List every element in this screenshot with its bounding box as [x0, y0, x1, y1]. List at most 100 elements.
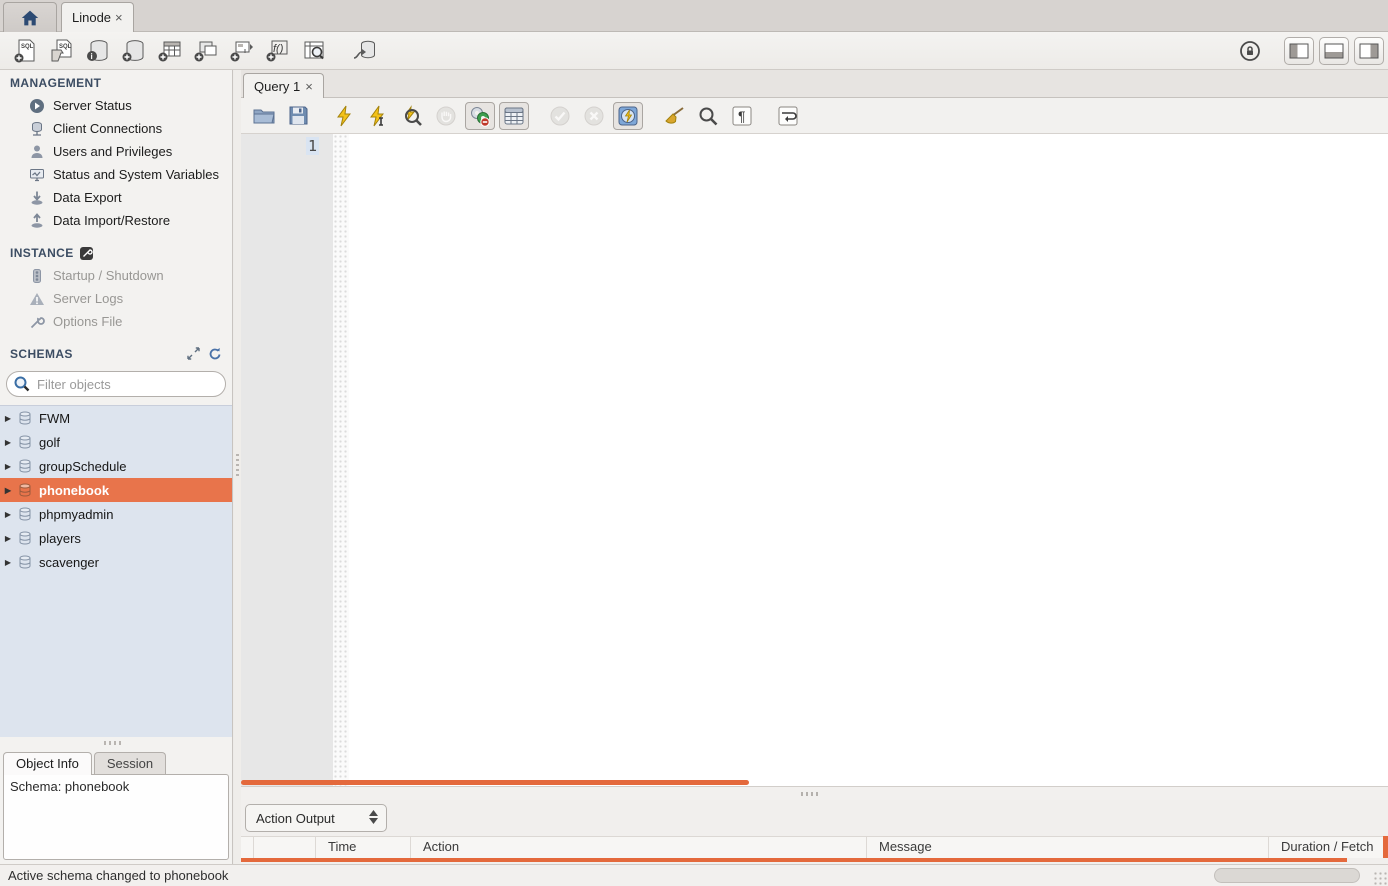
toolbar-right-group: [1235, 32, 1384, 70]
search-icon: [13, 375, 31, 393]
sidebar-item-users-privileges[interactable]: Users and Privileges: [0, 140, 232, 163]
execute-button[interactable]: [329, 102, 359, 130]
sidebar-item-data-export[interactable]: Data Export: [0, 186, 232, 209]
new-view-button[interactable]: [188, 35, 224, 67]
commit-button[interactable]: [545, 102, 575, 130]
sidebar-vertical-splitter[interactable]: [234, 70, 241, 864]
expander-icon[interactable]: ▶: [0, 510, 16, 519]
column-header-duration-fetch[interactable]: Duration / Fetch: [1269, 837, 1388, 858]
output-grid-header: Time Action Message Duration / Fetch: [241, 836, 1388, 858]
reconnect-dbms-button[interactable]: [346, 35, 382, 67]
bottom-scrollbar-thumb[interactable]: [1214, 868, 1360, 883]
output-vertical-scrollbar[interactable]: [1383, 836, 1388, 858]
expander-icon[interactable]: ▶: [0, 486, 16, 495]
instance-section-title: INSTANCE: [10, 246, 232, 260]
column-header-message[interactable]: Message: [867, 837, 1269, 858]
home-icon: [20, 9, 40, 27]
status-bar: Active schema changed to phonebook: [0, 864, 1388, 886]
refresh-schemas-icon[interactable]: [208, 347, 222, 360]
sidebar: MANAGEMENT Server Status Client Connecti…: [0, 70, 233, 864]
connection-tab[interactable]: Linode ×: [61, 2, 134, 32]
filter-objects-input[interactable]: [6, 371, 226, 397]
sidebar-item-data-import-restore[interactable]: Data Import/Restore: [0, 209, 232, 232]
sidebar-item-options-file[interactable]: Options File: [0, 310, 232, 333]
expand-schemas-icon[interactable]: [187, 347, 200, 360]
column-header-status[interactable]: [241, 837, 254, 858]
new-function-button[interactable]: f(): [260, 35, 296, 67]
svg-text:SQL: SQL: [59, 44, 72, 50]
connection-tab-label: Linode: [72, 10, 111, 25]
resize-grip[interactable]: [1373, 871, 1387, 885]
sidebar-item-server-logs[interactable]: Server Logs: [0, 287, 232, 310]
data-export-icon: [28, 189, 45, 206]
schema-row-scavenger[interactable]: ▶ scavenger: [0, 550, 232, 574]
chevron-updown-icon: [369, 810, 378, 824]
output-horizontal-scrollbar[interactable]: [241, 858, 1347, 862]
new-table-button[interactable]: [152, 35, 188, 67]
schema-row-fwm[interactable]: ▶ FWM: [0, 406, 232, 430]
sql-editor[interactable]: 1: [241, 134, 1388, 786]
limit-rows-button[interactable]: [499, 102, 529, 130]
new-procedure-button[interactable]: [224, 35, 260, 67]
schema-tree: ▶ FWM ▶ golf ▶ groupSchedule ▶ p: [0, 405, 232, 737]
new-schema-button[interactable]: [116, 35, 152, 67]
home-tab[interactable]: [3, 2, 57, 32]
sidebar-item-server-status[interactable]: Server Status: [0, 94, 232, 117]
close-icon[interactable]: ×: [115, 10, 123, 25]
tab-object-info[interactable]: Object Info: [3, 752, 92, 775]
expander-icon[interactable]: ▶: [0, 438, 16, 447]
management-section-title: MANAGEMENT: [10, 76, 232, 90]
tab-query-1[interactable]: Query 1 ×: [243, 73, 324, 98]
expander-icon[interactable]: ▶: [0, 414, 16, 423]
client-connections-icon: [28, 120, 45, 137]
schema-row-phonebook[interactable]: ▶ phonebook: [0, 478, 232, 502]
toggle-right-sidebar-button[interactable]: [1354, 37, 1384, 65]
expander-icon[interactable]: ▶: [0, 534, 16, 543]
query-tabstrip: Query 1 ×: [241, 70, 1388, 98]
save-script-button[interactable]: [283, 102, 313, 130]
execute-current-statement-button[interactable]: [363, 102, 393, 130]
object-info-text: Schema: phonebook: [10, 779, 129, 794]
sidebar-splitter[interactable]: [0, 737, 232, 749]
toggle-left-sidebar-button[interactable]: [1284, 37, 1314, 65]
schema-row-golf[interactable]: ▶ golf: [0, 430, 232, 454]
status-text: Active schema changed to phonebook: [8, 868, 228, 883]
explain-button[interactable]: [397, 102, 427, 130]
close-icon[interactable]: ×: [305, 79, 313, 94]
new-sql-tab-button[interactable]: SQL: [8, 35, 44, 67]
schema-icon: [16, 555, 34, 569]
schema-icon: [16, 435, 34, 449]
expander-icon[interactable]: ▶: [0, 462, 16, 471]
toggle-bottom-panel-button[interactable]: [1319, 37, 1349, 65]
sidebar-item-status-system-variables[interactable]: Status and System Variables: [0, 163, 232, 186]
svg-text:¶: ¶: [738, 108, 746, 124]
wrap-text-button[interactable]: [773, 102, 803, 130]
schema-inspector-button[interactable]: i: [80, 35, 116, 67]
schema-row-phpmyadmin[interactable]: ▶ phpmyadmin: [0, 502, 232, 526]
line-number: 1: [241, 137, 333, 155]
output-view-select[interactable]: Action Output: [245, 804, 387, 832]
show-invisibles-button[interactable]: ¶: [727, 102, 757, 130]
editor-output-splitter[interactable]: [241, 786, 1388, 800]
status-variables-icon: [28, 166, 45, 183]
schema-filter: [6, 371, 226, 397]
search-table-data-button[interactable]: [296, 35, 332, 67]
toggle-autocommit-button[interactable]: [613, 102, 643, 130]
schema-row-groupschedule[interactable]: ▶ groupSchedule: [0, 454, 232, 478]
schema-row-players[interactable]: ▶ players: [0, 526, 232, 550]
editor-horizontal-scrollbar[interactable]: [241, 780, 749, 785]
find-button[interactable]: [693, 102, 723, 130]
tab-session[interactable]: Session: [94, 752, 166, 775]
sidebar-item-startup-shutdown[interactable]: Startup / Shutdown: [0, 264, 232, 287]
column-header-action[interactable]: Action: [411, 837, 867, 858]
open-sql-script-button[interactable]: SQL: [44, 35, 80, 67]
column-header-index[interactable]: [254, 837, 316, 858]
stop-button[interactable]: [431, 102, 461, 130]
column-header-time[interactable]: Time: [316, 837, 411, 858]
toggle-stop-on-error-button[interactable]: [465, 102, 495, 130]
rollback-button[interactable]: [579, 102, 609, 130]
expander-icon[interactable]: ▶: [0, 558, 16, 567]
open-script-button[interactable]: [249, 102, 279, 130]
beautify-button[interactable]: [659, 102, 689, 130]
sidebar-item-client-connections[interactable]: Client Connections: [0, 117, 232, 140]
